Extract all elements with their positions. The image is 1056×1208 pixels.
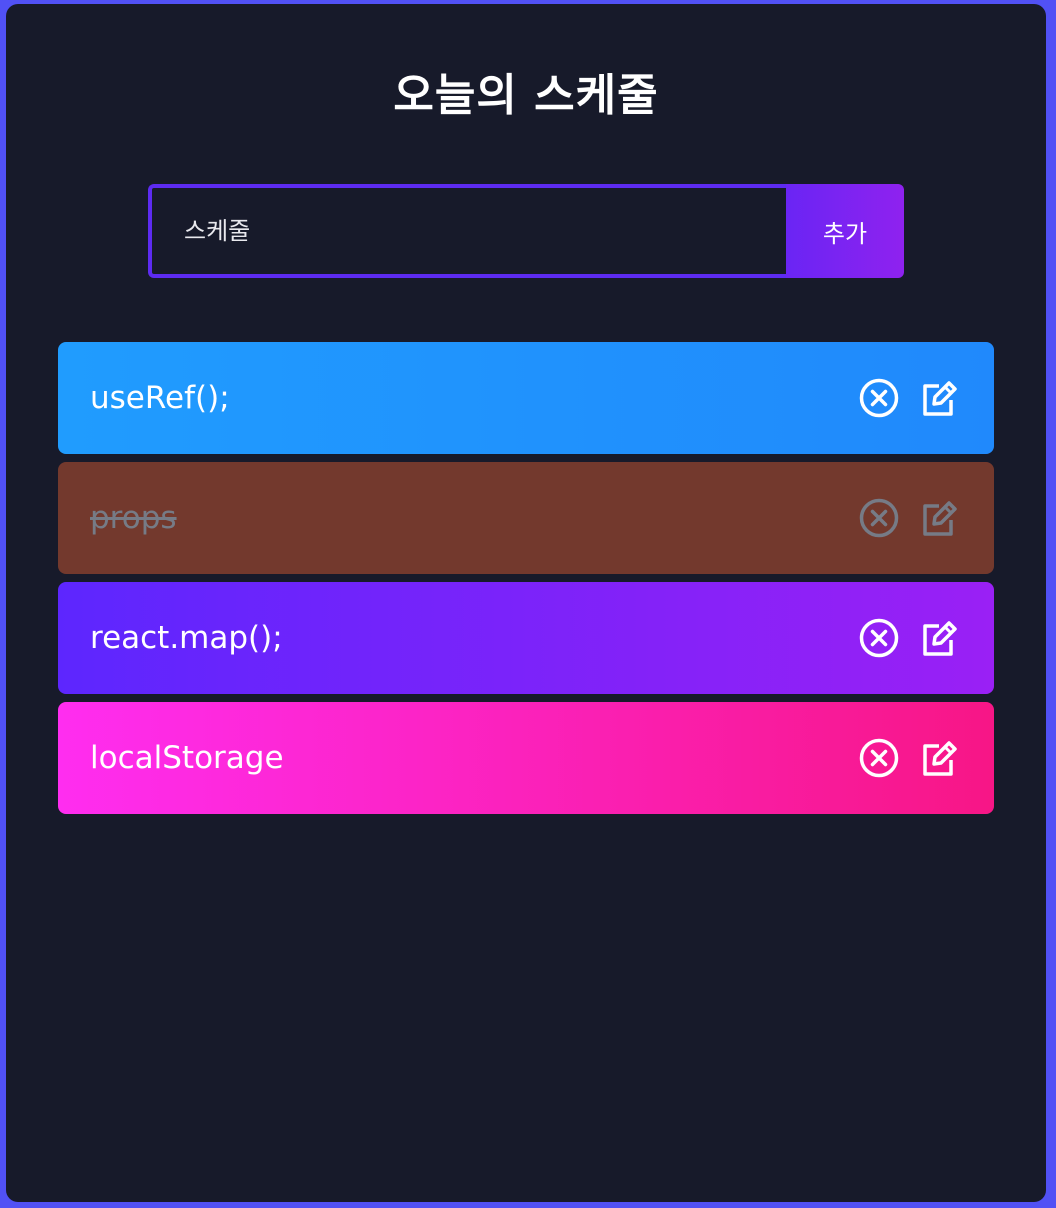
close-circle-icon[interactable] bbox=[858, 617, 900, 659]
edit-icon[interactable] bbox=[918, 497, 960, 539]
todo-row[interactable]: localStorage bbox=[58, 702, 994, 814]
todo-app: 오늘의 스케줄 추가 useRef(); props bbox=[6, 4, 1046, 1202]
todo-text[interactable]: react.map(); bbox=[90, 618, 283, 658]
row-actions bbox=[858, 617, 960, 659]
edit-icon[interactable] bbox=[918, 617, 960, 659]
todo-text[interactable]: localStorage bbox=[90, 738, 284, 778]
page-title: 오늘의 스케줄 bbox=[393, 70, 659, 121]
row-actions bbox=[858, 497, 960, 539]
todo-row[interactable]: react.map(); bbox=[58, 582, 994, 694]
todo-row[interactable]: props bbox=[58, 462, 994, 574]
todo-input[interactable] bbox=[148, 184, 786, 278]
edit-icon[interactable] bbox=[918, 737, 960, 779]
todo-text[interactable]: useRef(); bbox=[90, 378, 230, 418]
todo-text[interactable]: props bbox=[90, 498, 177, 538]
edit-icon[interactable] bbox=[918, 377, 960, 419]
row-actions bbox=[858, 737, 960, 779]
close-circle-icon[interactable] bbox=[858, 377, 900, 419]
todo-form: 추가 bbox=[148, 184, 904, 278]
row-actions bbox=[858, 377, 960, 419]
close-circle-icon[interactable] bbox=[858, 737, 900, 779]
todo-list: useRef(); props react.map(); localStorag… bbox=[58, 342, 994, 822]
close-circle-icon[interactable] bbox=[858, 497, 900, 539]
add-button[interactable]: 추가 bbox=[786, 184, 904, 278]
todo-row[interactable]: useRef(); bbox=[58, 342, 994, 454]
